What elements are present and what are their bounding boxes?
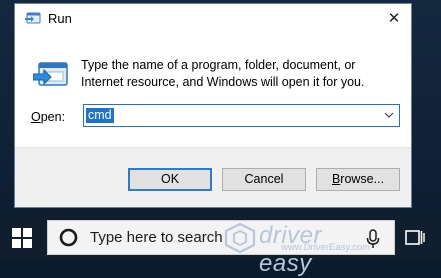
- dialog-footer: OK Cancel Browse...: [15, 147, 411, 207]
- task-view-icon[interactable]: [405, 228, 425, 248]
- open-label-text: pen:: [40, 110, 66, 124]
- close-button[interactable]: ✕: [383, 8, 405, 28]
- search-placeholder: Type here to search: [90, 229, 223, 246]
- run-icon: [33, 62, 68, 86]
- dialog-title: Run: [48, 11, 72, 26]
- ok-button[interactable]: OK: [128, 168, 212, 191]
- run-icon: [25, 12, 41, 24]
- open-label-accelerator: O: [31, 110, 41, 124]
- microphone-icon[interactable]: [366, 229, 380, 249]
- open-input-value[interactable]: cmd: [86, 108, 114, 123]
- open-combobox[interactable]: cmd: [83, 104, 400, 127]
- watermark-url: www.DriverEasy.com: [281, 242, 371, 253]
- browse-label-text: rowse...: [340, 172, 385, 186]
- browse-button[interactable]: Browse...: [316, 168, 400, 191]
- close-icon: ✕: [387, 9, 401, 27]
- cortana-icon: [59, 228, 78, 247]
- dialog-description: Type the name of a program, folder, docu…: [81, 58, 365, 89]
- watermark: driver easy www.DriverEasy.com: [221, 222, 381, 277]
- taskbar: Type here to search driver easy www.Driv…: [0, 215, 441, 277]
- open-label: Open:: [31, 110, 65, 124]
- driver-easy-logo-icon: [224, 222, 256, 254]
- taskbar-search-box[interactable]: Type here to search driver easy www.Driv…: [47, 220, 395, 277]
- windows-logo-icon[interactable]: [12, 228, 32, 248]
- title-bar[interactable]: Run ✕: [15, 4, 411, 32]
- cancel-button[interactable]: Cancel: [222, 168, 306, 191]
- run-dialog: Run ✕ Type the name of a program, folder…: [14, 3, 412, 208]
- chevron-down-icon[interactable]: [383, 109, 395, 121]
